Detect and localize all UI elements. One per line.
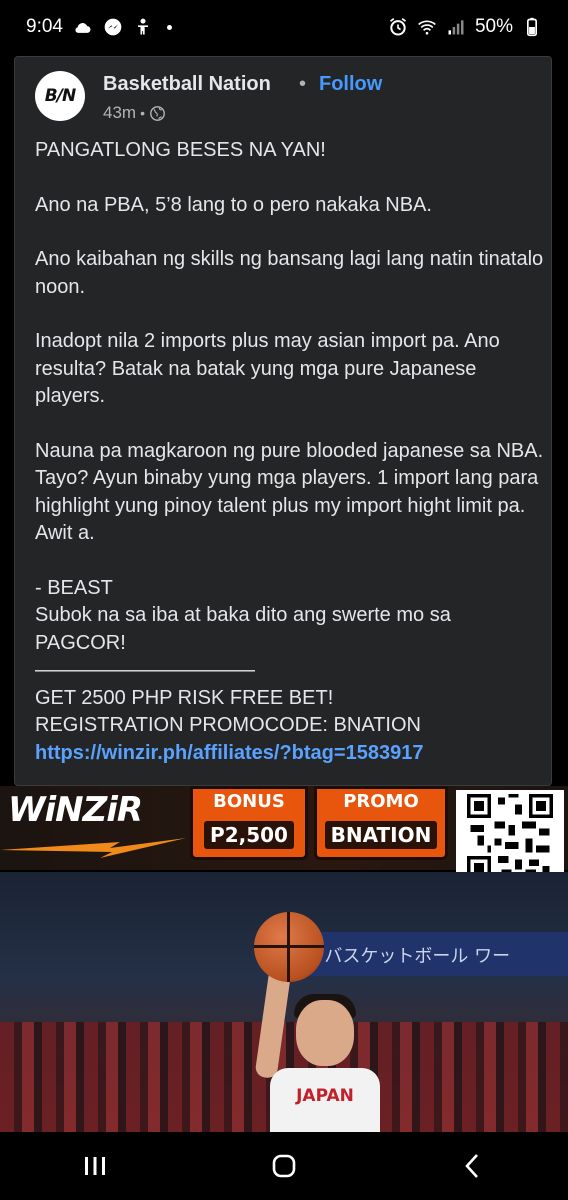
player-head (296, 1000, 354, 1066)
avatar-logo-text: B/N (44, 86, 76, 106)
bonus-value: P2,500 (204, 821, 294, 849)
battery-icon (522, 17, 542, 37)
header-separator: • (299, 73, 307, 95)
bonus-label: BONUS (213, 791, 285, 812)
post-paragraph: Inadopt nila 2 imports plus may asian im… (35, 330, 500, 407)
signature-line: Subok na sa iba at baka dito ang swerte … (35, 604, 451, 654)
winzir-logo: WiNZiR (8, 790, 143, 830)
clock: 9:04 (26, 16, 63, 37)
alarm-icon (388, 17, 408, 37)
post-paragraph: Nauna pa magkaroon ng pure blooded japan… (35, 439, 544, 545)
basketball-photo: BA バスケットボール ワー JAPAN (0, 872, 568, 1132)
status-right: 50% (388, 16, 542, 38)
divider-line: ——————————— (35, 659, 255, 681)
basketball-icon (254, 912, 324, 982)
post-meta: 43m • (103, 103, 166, 123)
ad-banner: WiNZiR BONUS P2,500 PROMO BNATION (0, 786, 568, 884)
signature-line: - BEAST (35, 576, 113, 599)
accessibility-icon (133, 17, 153, 37)
notification-dot-icon (166, 24, 172, 30)
post-image[interactable]: WiNZiR BONUS P2,500 PROMO BNATION BA バスケ… (0, 786, 568, 1132)
follow-button[interactable]: Follow (319, 73, 382, 96)
cloud-icon (73, 17, 93, 37)
promo-label: PROMO (343, 791, 419, 812)
bonus-badge: BONUS P2,500 (190, 786, 308, 860)
post-text: PANGATLONG BESES NA YAN! Ano na PBA, 5’8… (35, 137, 545, 767)
post-header: B/N Basketball Nation • Follow 43m • (35, 71, 535, 127)
system-nav-bar (0, 1132, 568, 1200)
meta-separator: • (140, 105, 145, 121)
post-card: B/N Basketball Nation • Follow 43m • PAN… (14, 56, 552, 786)
post-paragraph: PANGATLONG BESES NA YAN! (35, 139, 326, 161)
wifi-icon (417, 17, 437, 37)
post-time[interactable]: 43m (103, 103, 136, 123)
promo-code-line: REGISTRATION PROMOCODE: BNATION (35, 714, 421, 736)
lightning-bolt-icon (0, 838, 186, 858)
promo-value: BNATION (324, 821, 438, 849)
back-icon (465, 1154, 479, 1178)
home-button[interactable] (254, 1141, 314, 1191)
player-jersey: JAPAN (270, 1068, 380, 1132)
status-bar: 9:04 50% (0, 0, 568, 54)
globe-icon (149, 105, 166, 122)
signal-icon (446, 17, 466, 37)
messenger-icon (103, 17, 123, 37)
promo-badge: PROMO BNATION (314, 786, 448, 860)
recent-apps-button[interactable] (65, 1141, 125, 1191)
battery-percent: 50% (474, 16, 513, 37)
affiliate-link[interactable]: https://winzir.ph/affiliates/?btag=15839… (35, 740, 545, 768)
post-paragraph: Ano kaibahan ng skills ng bansang lagi l… (35, 248, 544, 298)
jersey-text: JAPAN (296, 1086, 354, 1106)
page-name[interactable]: Basketball Nation (103, 73, 271, 96)
post-paragraph: Ano na PBA, 5’8 lang to o pero nakaka NB… (35, 193, 432, 216)
recent-apps-icon (84, 1157, 105, 1175)
promo-line: GET 2500 PHP RISK FREE BET! (35, 686, 334, 709)
home-icon (272, 1154, 296, 1178)
back-button[interactable] (443, 1141, 503, 1191)
qr-code (456, 790, 564, 884)
status-left: 9:04 (26, 16, 172, 38)
page-avatar[interactable]: B/N (35, 71, 85, 121)
